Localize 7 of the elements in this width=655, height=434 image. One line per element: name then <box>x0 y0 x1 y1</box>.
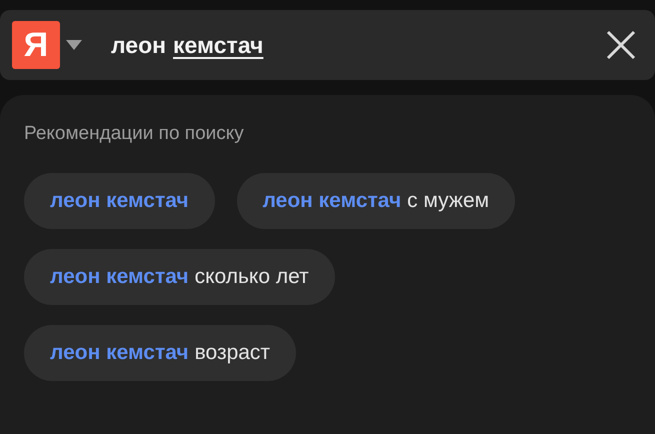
suggestion-chip[interactable]: леон кемстач возраст <box>24 325 296 381</box>
suggestion-chip[interactable]: леон кемстач сколько лет <box>24 249 335 305</box>
caret-icon[interactable] <box>66 40 82 50</box>
search-query[interactable]: леон кемстач <box>111 32 264 58</box>
suggestion-chip[interactable]: леон кемстач <box>24 173 215 229</box>
suggestion-chip[interactable]: леон кемстач с мужем <box>236 173 516 229</box>
suggestions-title: Рекомендации по поиску <box>24 123 245 145</box>
